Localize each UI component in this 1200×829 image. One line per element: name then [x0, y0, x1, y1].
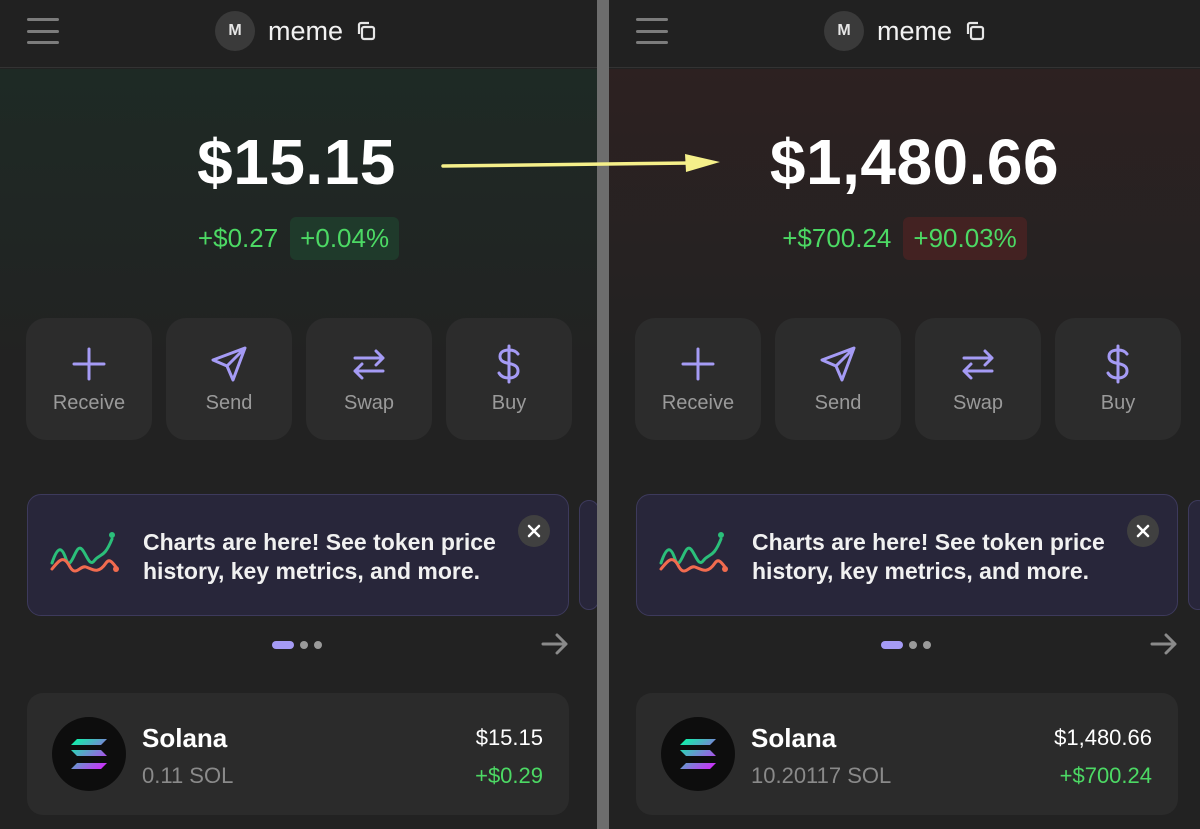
action-label: Receive — [661, 391, 735, 414]
arrow-right-icon[interactable] — [1150, 632, 1178, 656]
close-button[interactable] — [1127, 515, 1159, 547]
action-label: Send — [205, 391, 253, 414]
action-label: Receive — [52, 391, 126, 414]
token-name: Solana — [142, 723, 228, 753]
send-button[interactable]: Send — [775, 318, 901, 440]
carousel-dot[interactable] — [300, 641, 308, 649]
action-label: Send — [814, 391, 862, 414]
account-name: meme — [268, 15, 344, 46]
balance-change: +$700.24 +90.03% — [609, 217, 1200, 260]
swap-button[interactable]: Swap — [306, 318, 432, 440]
plus-icon — [681, 347, 715, 380]
balance-change: +$0.27 +0.04% — [0, 217, 597, 260]
token-value: $15.15 — [475, 725, 543, 750]
charts-promo-banner[interactable]: Charts are here! See token price history… — [27, 494, 569, 616]
panel-divider — [597, 0, 609, 829]
charts-promo-banner[interactable]: Charts are here! See token price history… — [636, 494, 1178, 616]
send-icon — [820, 346, 856, 381]
swap-button[interactable]: Swap — [915, 318, 1041, 440]
token-name: Solana — [751, 723, 837, 753]
banner-text: Charts are here! See token price history… — [752, 529, 1105, 584]
carousel-dot[interactable] — [881, 641, 903, 649]
next-banner-peek[interactable] — [1188, 500, 1200, 610]
buy-button[interactable]: Buy — [446, 318, 572, 440]
change-absolute: +$0.27 — [197, 223, 279, 253]
token-value: $1,480.66 — [1054, 725, 1152, 750]
top-bar: M meme — [0, 0, 597, 68]
action-label: Swap — [343, 391, 395, 414]
token-amount: 10.20117 SOL — [751, 763, 892, 788]
action-label: Buy — [491, 391, 527, 414]
total-balance: $15.15 — [197, 126, 396, 198]
change-absolute: +$700.24 — [782, 223, 892, 253]
wallet-panel-after: M meme $1,480.66 +$700.24 +90.03% Receiv… — [609, 0, 1200, 829]
next-banner-peek[interactable] — [579, 500, 597, 610]
account-selector[interactable]: M meme — [824, 11, 986, 51]
avatar: M — [824, 11, 864, 51]
close-icon — [527, 524, 541, 538]
copy-icon[interactable] — [355, 20, 377, 42]
account-selector[interactable]: M meme — [215, 11, 377, 51]
send-button[interactable]: Send — [166, 318, 292, 440]
top-bar: M meme — [609, 0, 1200, 68]
send-icon — [211, 346, 247, 381]
hamburger-menu-icon[interactable] — [27, 18, 59, 44]
carousel-dot[interactable] — [923, 641, 931, 649]
dollar-icon — [1106, 344, 1129, 383]
wallet-panel-before: M meme $15.15 +$0.27 +0.04% Receive Send… — [0, 0, 597, 829]
account-name: meme — [877, 15, 953, 46]
chart-icon — [50, 532, 119, 573]
dollar-icon — [497, 344, 520, 383]
receive-button[interactable]: Receive — [635, 318, 761, 440]
arrow-right-icon[interactable] — [541, 632, 569, 656]
solana-logo-icon — [661, 717, 735, 791]
swap-icon — [962, 349, 994, 379]
chart-icon — [659, 532, 728, 573]
token-row-solana[interactable]: Solana 10.20117 SOL $1,480.66 +$700.24 — [636, 693, 1178, 815]
carousel-dots — [881, 641, 931, 649]
action-buttons: Receive Send Swap Buy — [26, 318, 572, 440]
buy-button[interactable]: Buy — [1055, 318, 1181, 440]
action-label: Swap — [952, 391, 1004, 414]
change-percent-badge: +90.03% — [903, 217, 1027, 260]
total-balance: $1,480.66 — [769, 126, 1060, 198]
carousel-dot[interactable] — [909, 641, 917, 649]
carousel-dot[interactable] — [314, 641, 322, 649]
token-change: +$0.29 — [475, 763, 543, 788]
receive-button[interactable]: Receive — [26, 318, 152, 440]
carousel-dots — [272, 641, 322, 649]
plus-icon — [72, 347, 106, 380]
token-change: +$700.24 — [1059, 763, 1152, 788]
close-button[interactable] — [518, 515, 550, 547]
copy-icon[interactable] — [964, 20, 986, 42]
solana-logo-icon — [52, 717, 126, 791]
swap-icon — [353, 349, 385, 379]
close-icon — [1136, 524, 1150, 538]
banner-text: Charts are here! See token price history… — [143, 529, 496, 584]
hamburger-menu-icon[interactable] — [636, 18, 668, 44]
action-label: Buy — [1100, 391, 1136, 414]
avatar: M — [215, 11, 255, 51]
action-buttons: Receive Send Swap Buy — [635, 318, 1181, 440]
carousel-dot[interactable] — [272, 641, 294, 649]
change-percent-badge: +0.04% — [290, 217, 400, 260]
token-row-solana[interactable]: Solana 0.11 SOL $15.15 +$0.29 — [27, 693, 569, 815]
token-amount: 0.11 SOL — [142, 763, 234, 788]
